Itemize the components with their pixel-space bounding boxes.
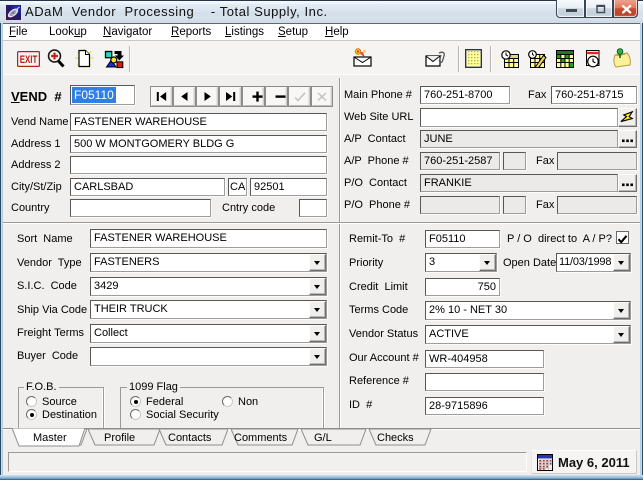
svg-text:EXIT: EXIT xyxy=(20,54,38,66)
